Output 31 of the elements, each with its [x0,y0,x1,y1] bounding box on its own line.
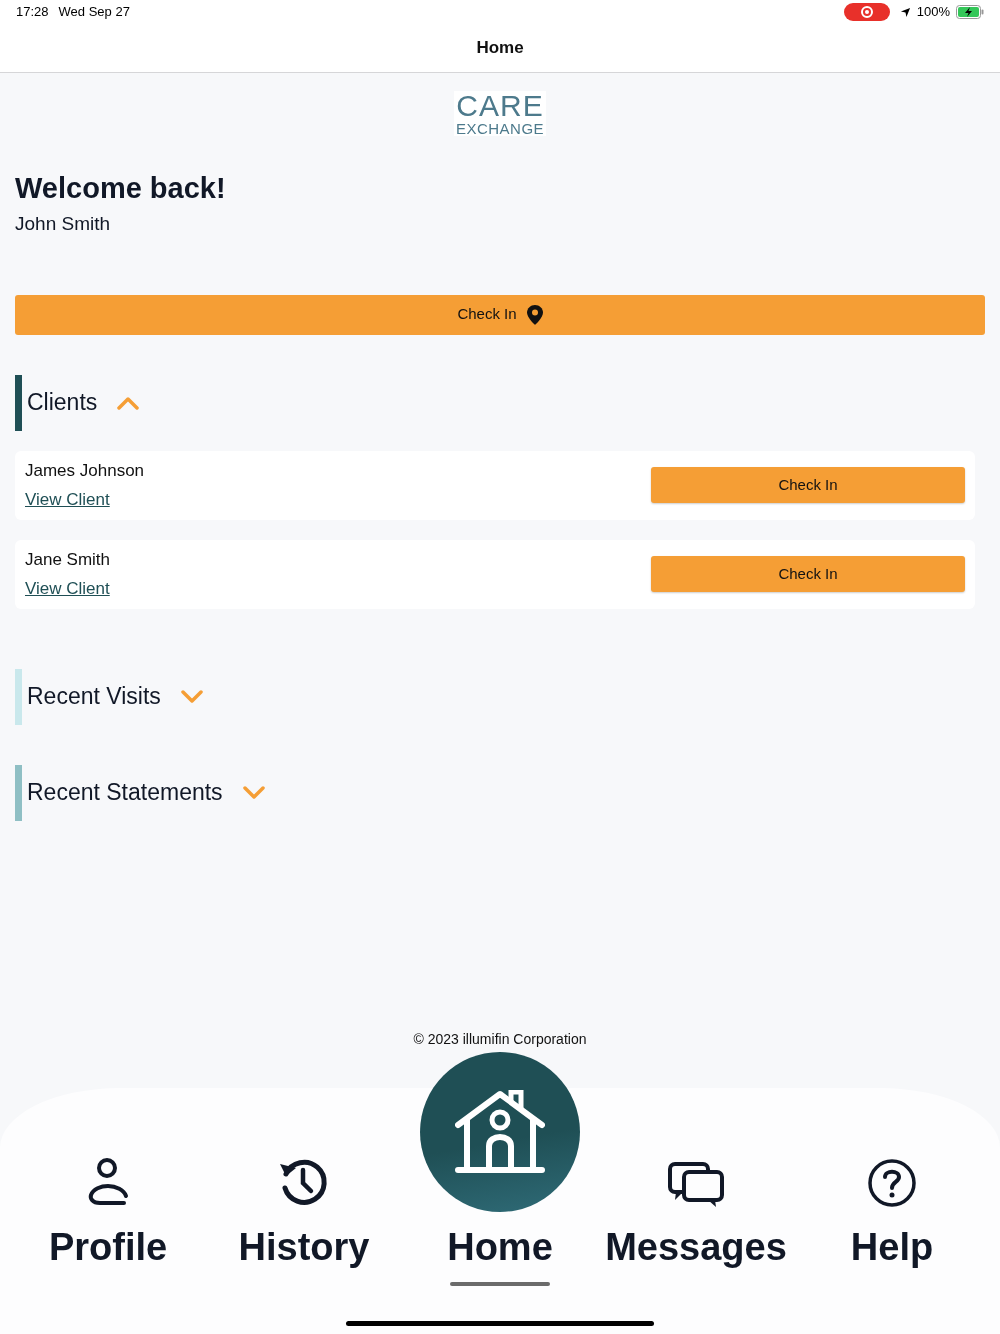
check-in-button[interactable]: Check In [651,556,965,592]
battery-percent: 100% [916,3,950,22]
section-header[interactable]: Recent Statements [27,775,265,810]
chevron-down-icon [242,785,265,800]
location-icon [899,6,911,18]
logo: CARE EXCHANGE [453,91,547,136]
chevron-down-icon [180,689,203,704]
chevron-up-icon [117,395,140,410]
help-icon [867,1158,917,1208]
tab[interactable]: History [214,1052,394,1286]
client-name: Jane Smith [25,549,111,571]
tab[interactable]: Help [802,1052,982,1286]
tab[interactable]: Home [410,1052,590,1286]
section-header[interactable]: Recent Visits [27,679,203,714]
check-in-button[interactable]: Check In [15,294,985,335]
tab[interactable]: Messages [606,1052,786,1286]
copyright-text: © 2023 illumifin Corporation [413,1030,587,1049]
status-time: 17:28 [16,3,49,22]
tab[interactable]: Profile [18,1052,198,1286]
user-name: John Smith [15,212,112,236]
view-client-link[interactable]: View Client [25,486,145,512]
chat-bubbles-icon [668,1162,724,1208]
location-pin-icon [526,304,543,325]
page-title: Home [476,37,524,60]
client-name: James Johnson [25,460,145,482]
check-in-button[interactable]: Check In [651,467,965,503]
person-icon [86,1156,130,1208]
welcome-heading: Welcome back! [15,171,227,206]
view-client-link[interactable]: View Client [25,575,111,601]
section-header[interactable]: Clients [27,385,140,420]
status-date: Wed Sep 27 [58,3,130,22]
